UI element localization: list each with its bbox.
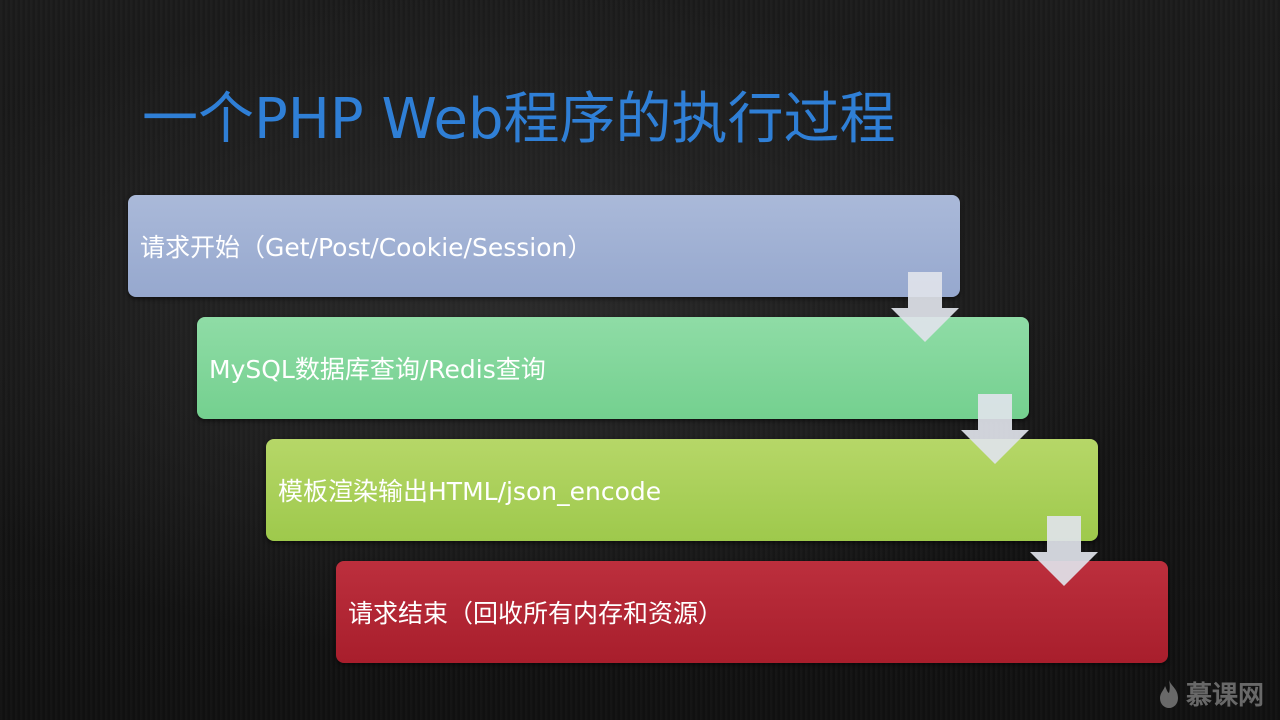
down-arrow-icon <box>891 272 959 342</box>
slide: 一个PHP Web程序的执行过程 请求开始（Get/Post/Cookie/Se… <box>0 0 1280 720</box>
down-arrow-icon <box>961 394 1029 464</box>
step-label: 请求开始（Get/Post/Cookie/Session） <box>140 233 593 262</box>
watermark-text: 慕课网 <box>1185 681 1264 711</box>
step-label: 请求结束（回收所有内存和资源） <box>348 599 724 628</box>
watermark-logo: 慕课网 <box>1158 675 1264 712</box>
slide-title: 一个PHP Web程序的执行过程 <box>142 87 896 152</box>
step-label: 模板渲染输出HTML/json_encode <box>278 477 662 506</box>
step-label: MySQL数据库查询/Redis查询 <box>209 355 546 384</box>
step-request-start: 请求开始（Get/Post/Cookie/Session） <box>128 195 960 297</box>
flame-icon <box>1158 679 1180 709</box>
down-arrow-icon <box>1030 516 1098 586</box>
